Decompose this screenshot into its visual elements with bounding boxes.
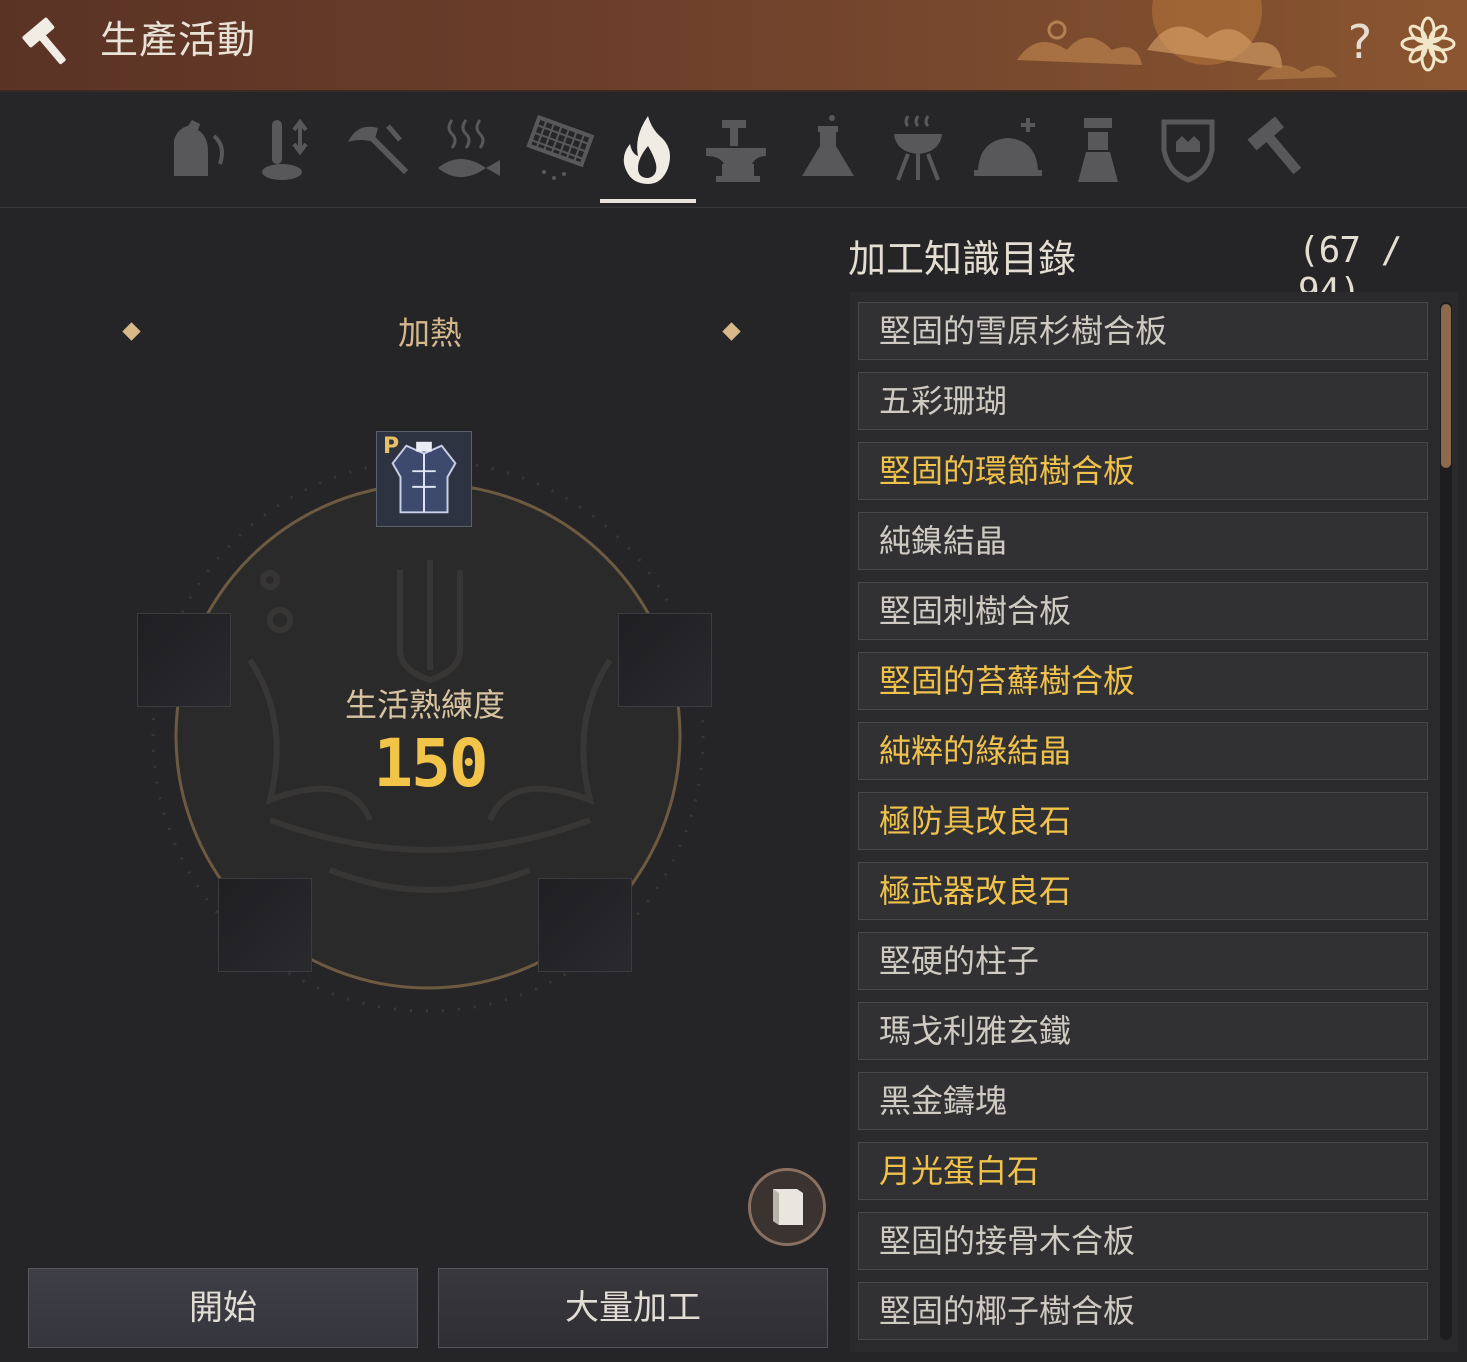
window-header: 生產活動 ?: [0, 0, 1467, 92]
start-button[interactable]: 開始: [28, 1268, 418, 1348]
drying-tab[interactable]: [254, 112, 326, 187]
proficiency-label: 生活熟練度: [344, 686, 505, 724]
sieve-icon: [526, 114, 595, 180]
fishing-tab[interactable]: [434, 112, 506, 187]
recipe-list-item[interactable]: 堅固刺樹合板: [858, 582, 1428, 640]
category-tabs: [0, 92, 1467, 208]
flower-emblem-icon[interactable]: [1398, 14, 1458, 74]
recipe-list-item[interactable]: 瑪戈利雅玄鐵: [858, 1002, 1428, 1060]
flask-icon: [802, 115, 854, 176]
cloud-decoration-icon: [1017, 0, 1337, 80]
recipe-list-scroll-thumb[interactable]: [1441, 304, 1451, 468]
flame-icon: [623, 116, 670, 184]
recipe-list-title: 加工知識目錄: [848, 237, 1077, 281]
grill-icon: [894, 115, 942, 181]
recipe-list-item[interactable]: 堅固的雪原杉樹合板: [858, 302, 1428, 360]
potion-tower-icon: [1078, 118, 1118, 182]
left-diamond-ornament: [122, 322, 141, 341]
recipe-list-item[interactable]: 堅固的接骨木合板: [858, 1212, 1428, 1270]
material-slot-left[interactable]: [137, 613, 231, 707]
grilling-tab[interactable]: [882, 112, 954, 187]
hammer-icon: [1247, 116, 1302, 175]
shield-crest-icon: [1161, 119, 1215, 183]
item-grade-badge: P: [383, 434, 400, 459]
recipe-list-item[interactable]: 堅固的椰子樹合板: [858, 1282, 1428, 1340]
recipe-list-item[interactable]: 純粹的綠結晶: [858, 722, 1428, 780]
recipe-list-item[interactable]: 純鎳結晶: [858, 512, 1428, 570]
guild-tab[interactable]: [1152, 112, 1224, 187]
recipe-list-item[interactable]: 極防具改良石: [858, 792, 1428, 850]
help-button[interactable]: ?: [1338, 12, 1382, 72]
proficiency-value: 150: [373, 725, 488, 802]
recipe-list-item[interactable]: 五彩珊瑚: [858, 372, 1428, 430]
window-title: 生產活動: [100, 18, 257, 62]
alchemy-tab[interactable]: [792, 112, 864, 187]
hammer-icon: [22, 17, 66, 65]
recipe-list-item[interactable]: 極武器改良石: [858, 862, 1428, 920]
right-diamond-ornament: [722, 322, 741, 341]
crafting-tab[interactable]: [1242, 112, 1314, 187]
steaming-fish-icon: [438, 119, 500, 177]
thermometer-icon: [262, 118, 308, 180]
cloche-icon: [974, 118, 1042, 176]
chopping-tab[interactable]: [344, 112, 416, 187]
bulk-process-button[interactable]: 大量加工: [438, 1268, 828, 1348]
recipe-list-item[interactable]: 堅硬的柱子: [858, 932, 1428, 990]
gathering-tab[interactable]: [164, 112, 236, 187]
axe-icon: [348, 124, 409, 175]
anvil-icon: [706, 120, 766, 182]
process-title: 加熱: [397, 314, 462, 352]
material-slot-right[interactable]: [618, 613, 712, 707]
heating-tab[interactable]: [600, 112, 696, 203]
recipe-list-item[interactable]: 黑金鑄塊: [858, 1072, 1428, 1130]
recipe-list-item[interactable]: 堅固的環節樹合板: [858, 442, 1428, 500]
material-slot-bottom-left[interactable]: [218, 878, 312, 972]
book-icon: [773, 1189, 803, 1225]
sifting-tab[interactable]: [524, 112, 596, 187]
recipe-list-item[interactable]: 月光蛋白石: [858, 1142, 1428, 1200]
cooking-tab[interactable]: [972, 112, 1044, 187]
recipe-book-button[interactable]: [748, 1168, 826, 1246]
smithing-tab[interactable]: [702, 112, 774, 187]
gathering-bag-icon: [174, 120, 224, 176]
material-slot-bottom-right[interactable]: [538, 878, 632, 972]
recipe-list-item[interactable]: 堅固的苔蘚樹合板: [858, 652, 1428, 710]
shaking-tab[interactable]: [1062, 112, 1134, 187]
material-item-slot[interactable]: P: [376, 431, 472, 527]
